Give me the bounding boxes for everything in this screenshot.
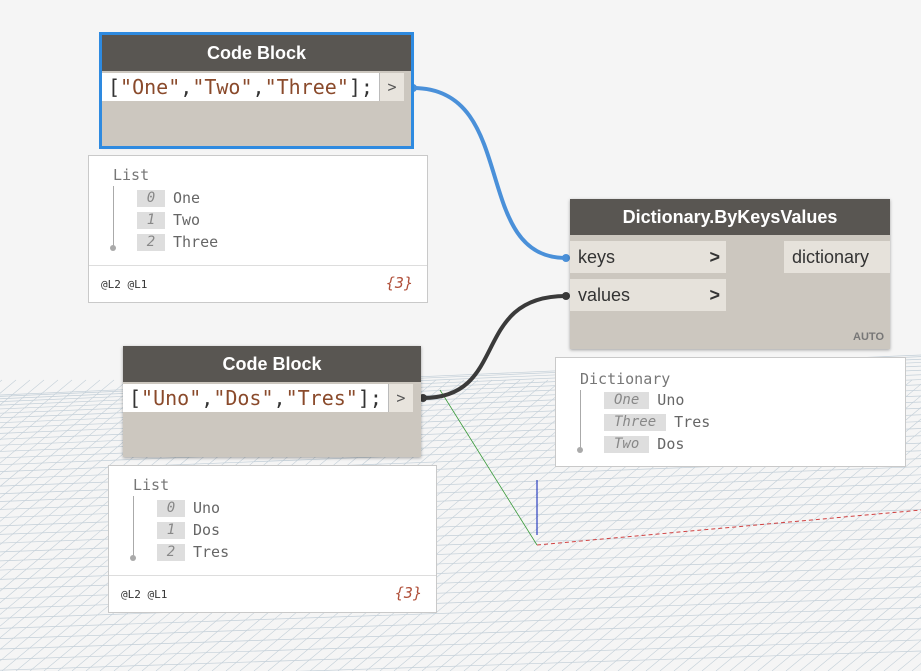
lacing-label: AUTO	[853, 331, 884, 343]
code-block-node-2[interactable]: Code Block ["Uno","Dos","Tres"]; >	[123, 346, 421, 457]
list-item: 1 Dos	[157, 521, 220, 539]
chevron-right-icon: >	[709, 285, 720, 305]
list-value: Two	[173, 211, 201, 229]
list-value: Dos	[193, 521, 221, 539]
list-value: Three	[173, 233, 219, 251]
dictionary-entry: Three Tres	[604, 413, 710, 431]
port-label: values	[578, 285, 631, 305]
chevron-right-icon: >	[709, 247, 720, 267]
tree-end-dot	[110, 245, 116, 251]
list-index: 1	[157, 521, 185, 539]
list-index: 0	[157, 499, 185, 517]
dictionary-value: Tres	[674, 413, 711, 431]
dictionary-key: Two	[604, 435, 650, 453]
list-item: 1 Two	[137, 211, 200, 229]
dictionary-key: One	[604, 391, 650, 409]
list-item: 0 One	[137, 189, 200, 207]
dictionary-key: Three	[604, 413, 667, 431]
list-levels: @L2 @L1	[121, 588, 168, 601]
dictionary-entry: One Uno	[604, 391, 684, 409]
port-label: keys	[578, 247, 616, 267]
tree-line	[113, 186, 114, 248]
preview-list-title: List	[133, 476, 170, 494]
list-value: Uno	[193, 499, 221, 517]
list-value: One	[173, 189, 201, 207]
keys-input-port[interactable]: keys >	[570, 241, 726, 273]
tree-line	[133, 496, 134, 558]
list-item: 0 Uno	[157, 499, 220, 517]
code-block-1-preview: List 0 One 1 Two 2 Three @L2 @L1 {3}	[88, 155, 428, 303]
list-levels: @L2 @L1	[101, 278, 148, 291]
list-index: 0	[137, 189, 165, 207]
dictionary-entry: Two Dos	[604, 435, 684, 453]
preview-footer: @L2 @L1 {3}	[109, 575, 436, 612]
dictionary-preview: Dictionary One Uno Three Tres Two Dos	[555, 357, 906, 467]
tree-end-dot	[577, 447, 583, 453]
code-block-2-preview: List 0 Uno 1 Dos 2 Tres @L2 @L1 {3}	[108, 465, 437, 613]
list-index: 2	[157, 543, 185, 561]
code-row: ["One","Two","Three"]; >	[102, 73, 411, 101]
node-title: Code Block	[123, 346, 421, 382]
code-editor[interactable]: ["Uno","Dos","Tres"];	[123, 384, 388, 412]
list-index: 2	[137, 233, 165, 251]
preview-dictionary-title: Dictionary	[580, 370, 671, 388]
dictionary-bykeysvalues-node[interactable]: Dictionary.ByKeysValues keys > values > …	[570, 199, 890, 349]
tree-line	[580, 390, 581, 450]
output-port[interactable]: >	[387, 384, 413, 412]
preview-list-title: List	[113, 166, 150, 184]
output-port[interactable]: >	[378, 73, 404, 101]
list-value: Tres	[193, 543, 230, 561]
code-block-node-1[interactable]: Code Block ["One","Two","Three"]; >	[99, 32, 414, 149]
tree-end-dot	[130, 555, 136, 561]
node-title: Code Block	[102, 35, 411, 71]
list-item: 2 Tres	[157, 543, 229, 561]
dictionary-value: Uno	[657, 391, 685, 409]
port-label: dictionary	[792, 247, 870, 267]
dictionary-output-port[interactable]: dictionary	[784, 241, 890, 273]
node-title: Dictionary.ByKeysValues	[570, 199, 890, 235]
preview-footer: @L2 @L1 {3}	[89, 265, 427, 302]
values-input-port[interactable]: values >	[570, 279, 726, 311]
dictionary-value: Dos	[657, 435, 685, 453]
code-editor[interactable]: ["One","Two","Three"];	[102, 73, 379, 101]
list-item: 2 Three	[137, 233, 218, 251]
list-index: 1	[137, 211, 165, 229]
code-row: ["Uno","Dos","Tres"]; >	[123, 384, 421, 412]
list-count: {3}	[385, 274, 413, 292]
list-count: {3}	[394, 584, 422, 602]
